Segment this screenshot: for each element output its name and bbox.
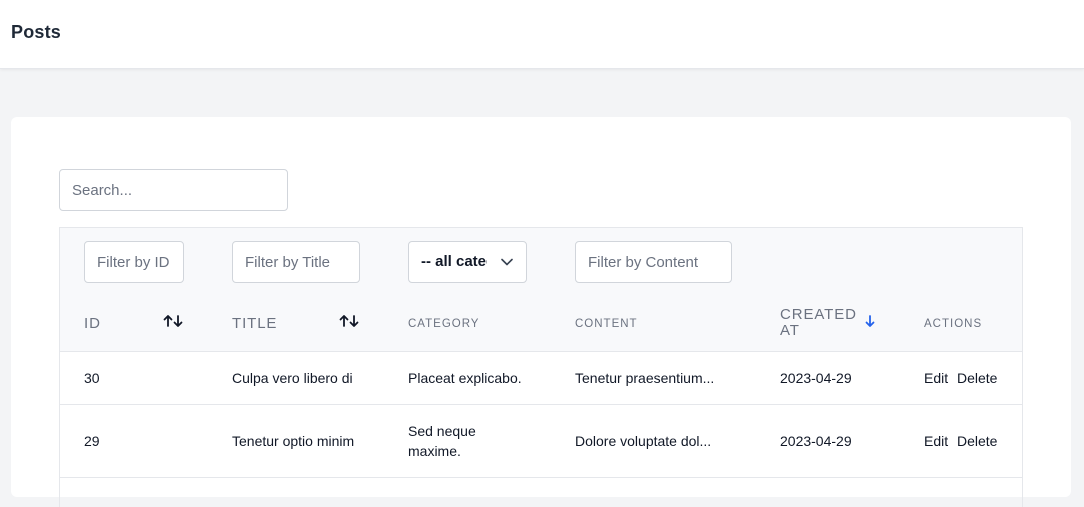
posts-table: -- all categories -- ID TITLE — [59, 227, 1023, 507]
page-title: Posts — [11, 22, 62, 42]
table-header: -- all categories -- ID TITLE — [60, 228, 1022, 352]
cell-created-at: 2023-04-29 — [780, 433, 852, 449]
edit-link[interactable]: Edit — [924, 368, 948, 388]
table-row: 29 Tenetur optio minim Sed neque maxime.… — [60, 405, 1022, 478]
edit-link[interactable]: Edit — [924, 431, 948, 451]
delete-link[interactable]: Delete — [957, 368, 997, 388]
sort-arrows-icon — [162, 314, 184, 333]
cell-category-line1: Sed neque — [408, 423, 476, 439]
sort-created-at-button[interactable] — [858, 314, 882, 332]
delete-link[interactable]: Delete — [957, 431, 997, 451]
cell-created-at: 2023-04-29 — [780, 370, 852, 386]
filter-title-input[interactable] — [232, 241, 360, 283]
table-row: 30 Culpa vero libero di Placeat explicab… — [60, 352, 1022, 405]
sort-arrows-icon — [338, 314, 360, 333]
column-header-category: CATEGORY — [408, 318, 480, 330]
column-header-content: CONTENT — [575, 318, 638, 330]
search-input[interactable] — [59, 169, 288, 211]
cell-content: Dolore voluptate dol... — [575, 433, 712, 449]
cell-title: Tenetur optio minim — [232, 433, 355, 449]
column-header-actions: ACTIONS — [924, 318, 983, 330]
column-header-created-at-line1: CREATED — [780, 306, 857, 323]
column-header-title: TITLE — [232, 315, 278, 332]
sort-id-button[interactable] — [161, 314, 185, 332]
cell-category: Placeat explicabo. — [408, 370, 522, 386]
filter-id-input[interactable] — [84, 241, 184, 283]
category-select-value: -- all categories -- — [421, 253, 487, 270]
top-bar: Posts — [0, 0, 1084, 69]
column-header-created-at-line2: AT — [780, 322, 800, 339]
chevron-down-icon — [500, 242, 514, 282]
cell-content: Tenetur praesentium... — [575, 370, 715, 386]
cell-category: Sed neque maxime. — [408, 421, 476, 461]
sort-title-button[interactable] — [337, 314, 361, 332]
cell-id: 30 — [84, 370, 100, 386]
filter-content-input[interactable] — [575, 241, 732, 283]
cell-id: 29 — [84, 433, 100, 449]
arrow-down-icon — [864, 314, 876, 333]
cell-category-line2: maxime. — [408, 443, 461, 459]
cell-title: Culpa vero libero di — [232, 370, 353, 386]
column-header-created-at: CREATED AT — [780, 307, 857, 339]
category-select[interactable]: -- all categories -- — [408, 241, 527, 283]
posts-card: -- all categories -- ID TITLE — [11, 117, 1071, 507]
column-header-id: ID — [84, 315, 101, 332]
